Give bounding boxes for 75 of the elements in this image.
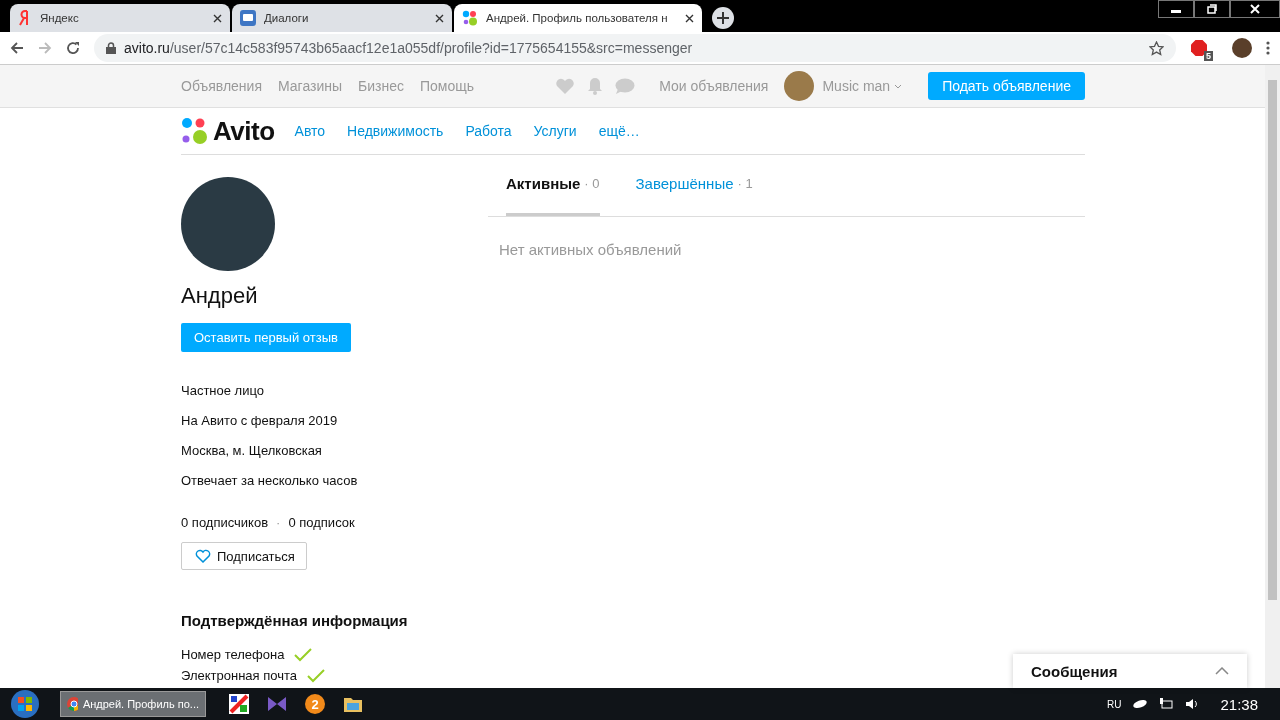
verified-item: Номер телефона bbox=[181, 647, 285, 662]
address-bar[interactable]: avito.ru/user/57c14c583f95743b65aacf12e1a055df/profile?id=1775654155&src=messenger bbox=[94, 34, 1176, 62]
listing-tab[interactable]: Завершённые · 1 bbox=[635, 155, 753, 216]
nav-link[interactable]: Бизнес bbox=[358, 78, 404, 94]
plus-icon bbox=[717, 12, 729, 24]
close-icon[interactable] bbox=[685, 13, 694, 23]
extension-badge: 5 bbox=[1204, 51, 1213, 61]
separator-dot: · bbox=[276, 515, 281, 530]
close-icon bbox=[1250, 4, 1260, 14]
empty-message: Нет активных объявлений bbox=[499, 241, 683, 258]
dots-logo-icon bbox=[462, 10, 478, 26]
category-link[interactable]: ещё… bbox=[598, 123, 640, 139]
chat-bubble-icon bbox=[240, 10, 256, 26]
close-button[interactable] bbox=[1230, 0, 1280, 18]
category-link[interactable]: Услуги bbox=[533, 123, 577, 139]
verified-item: Электронная почта bbox=[181, 668, 297, 683]
nav-link[interactable]: Объявления bbox=[181, 78, 262, 94]
nav-link[interactable]: Магазины bbox=[278, 78, 343, 94]
language-indicator[interactable]: RU bbox=[1107, 698, 1122, 710]
browser-tab[interactable]: Андрей. Профиль пользователя н bbox=[454, 4, 702, 32]
my-ads-link[interactable]: Мои объявления bbox=[659, 78, 769, 94]
clock[interactable]: 21:38 bbox=[1220, 695, 1258, 713]
listing-tab[interactable]: Активные · 0 bbox=[506, 155, 600, 216]
profile-info: Частное лицо bbox=[181, 383, 265, 399]
numbered-app-icon[interactable]: 2 bbox=[305, 694, 325, 714]
close-icon[interactable] bbox=[213, 13, 222, 23]
section-title: Подтверждённая информация bbox=[181, 612, 409, 629]
subscribe-button[interactable]: Подписаться bbox=[181, 542, 307, 570]
taskbar-window[interactable]: Андрей. Профиль по... bbox=[60, 691, 206, 717]
lock-icon bbox=[106, 42, 116, 54]
browser-logo-icon bbox=[67, 697, 78, 711]
start-button[interactable] bbox=[8, 689, 42, 719]
profile-name: Андрей bbox=[181, 283, 259, 309]
bowtie-app-icon[interactable] bbox=[267, 695, 287, 713]
leaf-icon[interactable] bbox=[1133, 699, 1148, 709]
star-icon[interactable] bbox=[1149, 40, 1164, 56]
network-icon[interactable] bbox=[1159, 697, 1174, 711]
back-arrow-icon[interactable] bbox=[10, 41, 24, 55]
new-tab-button[interactable] bbox=[712, 7, 734, 29]
review-button[interactable]: Оставить первый отзыв bbox=[181, 323, 351, 352]
browser-tab[interactable]: Диалоги bbox=[232, 4, 452, 32]
category-link[interactable]: Авто bbox=[294, 123, 326, 139]
profile-info: Москва, м. Щелковская bbox=[181, 443, 323, 459]
following-count[interactable]: 0 подписок bbox=[288, 515, 355, 530]
user-name[interactable]: Music man bbox=[822, 78, 891, 94]
close-icon[interactable] bbox=[435, 13, 444, 23]
url-path: /user/57c14c583f95743b65aacf12e1a055df/profile?id=1775654155&src=messenger bbox=[169, 40, 693, 56]
profile-info: На Авито с февраля 2019 bbox=[181, 413, 339, 429]
chevron-up-icon[interactable] bbox=[1215, 667, 1229, 675]
folder-icon[interactable] bbox=[343, 695, 363, 713]
chevron-down-icon[interactable] bbox=[894, 83, 903, 89]
messages-panel[interactable]: Сообщения bbox=[1013, 654, 1247, 688]
restore-button[interactable] bbox=[1194, 0, 1230, 18]
restore-icon bbox=[1207, 4, 1217, 14]
profile-info: Отвечает за несколько часов bbox=[181, 473, 359, 489]
category-link[interactable]: Работа bbox=[465, 123, 512, 139]
scrollbar[interactable] bbox=[1265, 65, 1280, 688]
logo-text[interactable]: Avito bbox=[213, 115, 275, 147]
nav-link[interactable]: Помощь bbox=[420, 78, 475, 94]
heart-icon bbox=[195, 549, 211, 563]
speaker-icon[interactable] bbox=[1185, 698, 1199, 710]
followers-count[interactable]: 0 подписчиков bbox=[181, 515, 269, 530]
reload-icon[interactable] bbox=[66, 41, 80, 55]
paint-app-icon[interactable] bbox=[229, 694, 249, 714]
url-host: avito.ru bbox=[124, 40, 170, 56]
browser-tab[interactable]: Яндекс bbox=[10, 4, 230, 32]
dots-logo-icon bbox=[181, 117, 209, 145]
minimize-button[interactable] bbox=[1158, 0, 1194, 18]
profile-avatar[interactable] bbox=[1232, 38, 1252, 58]
menu-icon[interactable] bbox=[1266, 41, 1270, 55]
category-link[interactable]: Недвижимость bbox=[347, 123, 444, 139]
post-ad-button[interactable]: Подать объявление bbox=[928, 72, 1085, 100]
user-avatar[interactable] bbox=[784, 71, 815, 101]
panel-title: Сообщения bbox=[1031, 662, 1118, 680]
stop-sign-icon[interactable] bbox=[1190, 39, 1208, 57]
